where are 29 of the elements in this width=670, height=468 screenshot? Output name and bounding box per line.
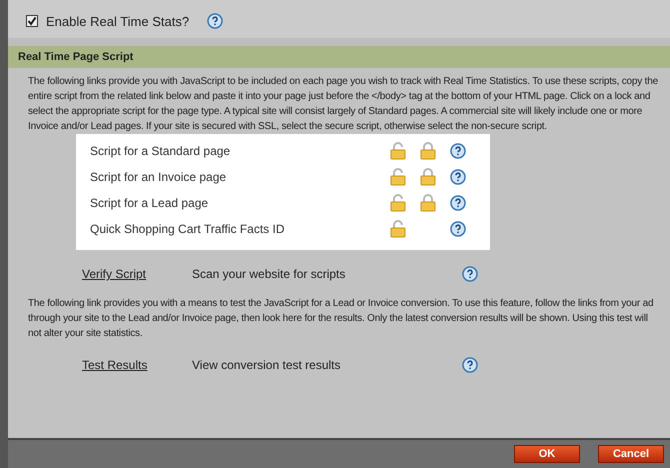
help-icon[interactable] bbox=[450, 221, 466, 237]
open-padlock-icon[interactable] bbox=[390, 194, 406, 212]
script-link[interactable]: Script for a Lead page bbox=[90, 196, 390, 210]
script-link[interactable]: Script for a Standard page bbox=[90, 144, 390, 158]
padlock-icon[interactable] bbox=[420, 194, 436, 212]
checkbox-label: Enable Real Time Stats? bbox=[46, 14, 190, 28]
test-results-link[interactable]: Test Results bbox=[82, 358, 192, 372]
link-description: View conversion test results bbox=[192, 358, 342, 372]
section-header: Real Time Page Script bbox=[8, 46, 670, 68]
padlock-icon[interactable] bbox=[420, 142, 436, 160]
open-padlock-icon[interactable] bbox=[390, 168, 406, 186]
verify-script-link[interactable]: Verify Script bbox=[82, 267, 192, 281]
intro-text: The following links provide you with JavaScript to be included on each page you wish to track with Real Time Statistics. To use these scripts, copy the entire script from the related link below and paste it into your page just before the </body> tag at the bottom of your HTML page. Click on a lock and select the appropriate script for the page type. A typical site will consist largely of Standard pages. A commercial site will likely include one or more Invoice and/or Lead pages. If your site is secured with SSL, select the secure script, otherwise select the non-secure script. bbox=[28, 75, 659, 134]
test-intro-text: The following link provides you with a means to test the JavaScript for a Lead or Invoice conversion. To use this feature, follow the links from your ad through your site to the Lead and/or Invoice page, then look here for the results. Only the latest conversion results will be shown. Using this test will not alter your site statistics. bbox=[28, 297, 654, 341]
link-description: Scan your website for scripts bbox=[192, 267, 346, 281]
script-link[interactable]: Quick Shopping Cart Traffic Facts ID bbox=[90, 222, 390, 236]
help-icon[interactable] bbox=[462, 357, 478, 373]
help-icon[interactable] bbox=[450, 143, 466, 159]
open-padlock-icon[interactable] bbox=[390, 142, 406, 160]
padlock-icon[interactable] bbox=[420, 168, 436, 186]
help-icon[interactable] bbox=[450, 169, 466, 185]
checkbox[interactable] bbox=[26, 15, 38, 27]
help-icon[interactable] bbox=[450, 195, 466, 211]
help-icon[interactable] bbox=[462, 266, 478, 282]
cancel-button[interactable]: Cancel bbox=[598, 445, 664, 463]
open-padlock-icon[interactable] bbox=[390, 220, 406, 238]
ok-button[interactable]: OK bbox=[514, 445, 580, 463]
script-link[interactable]: Script for an Invoice page bbox=[90, 170, 390, 184]
help-icon[interactable] bbox=[207, 13, 224, 29]
